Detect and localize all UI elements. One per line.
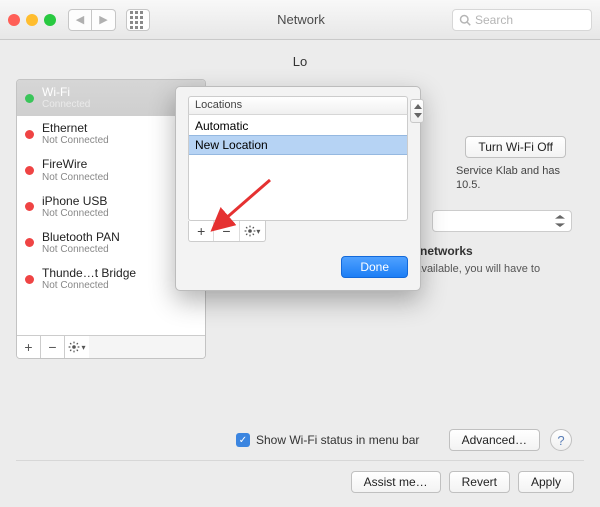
window-title: Network (156, 12, 446, 27)
service-name: FireWire (42, 158, 167, 171)
nav-buttons: ◀ ▶ (68, 9, 116, 31)
minimize-window-button[interactable] (26, 14, 38, 26)
status-dot-icon (25, 130, 34, 139)
close-window-button[interactable] (8, 14, 20, 26)
show-all-button[interactable] (126, 9, 150, 31)
remove-location-button[interactable]: − (214, 221, 239, 241)
search-field[interactable]: Search (452, 9, 592, 31)
locations-header: Locations (188, 97, 408, 115)
checkbox-label: Show Wi-Fi status in menu bar (256, 433, 419, 447)
network-name-select[interactable] (432, 210, 572, 232)
status-text: Service Klab and has10.5. (456, 164, 566, 193)
status-dot-icon (25, 166, 34, 175)
service-status: Not Connected (42, 172, 167, 183)
networks-heading: networks (420, 244, 473, 258)
add-location-button[interactable]: + (189, 221, 214, 241)
done-button[interactable]: Done (341, 256, 408, 278)
status-dot-icon (25, 238, 34, 247)
assist-me-button[interactable]: Assist me… (351, 471, 441, 493)
traffic-lights (8, 14, 56, 26)
service-status: Not Connected (42, 280, 167, 291)
gear-icon (244, 225, 256, 237)
locations-list[interactable]: Locations Automatic New Location (188, 97, 408, 221)
show-wifi-status-row[interactable]: ✓ Show Wi-Fi status in menu bar (236, 433, 419, 447)
advanced-button[interactable]: Advanced… (449, 429, 540, 451)
help-button[interactable]: ? (550, 429, 572, 451)
service-name: iPhone USB (42, 195, 167, 208)
remove-service-button[interactable]: − (41, 336, 65, 358)
location-item[interactable]: Automatic (189, 117, 407, 135)
locations-footer: + − ▾ (188, 221, 266, 242)
apply-button[interactable]: Apply (518, 471, 574, 493)
service-actions-button[interactable]: ▾ (65, 336, 89, 358)
service-name: Bluetooth PAN (42, 231, 167, 244)
locations-stepper[interactable] (410, 99, 424, 123)
separator (16, 460, 584, 461)
locations-popover: Locations Automatic New Location + − ▾ D… (175, 86, 421, 291)
back-button[interactable]: ◀ (68, 9, 92, 31)
service-status: Not Connected (42, 244, 167, 255)
zoom-window-button[interactable] (44, 14, 56, 26)
checkbox-checked-icon[interactable]: ✓ (236, 433, 250, 447)
service-name: Thunde…t Bridge (42, 267, 167, 280)
bottom-buttons: Assist me… Revert Apply (351, 471, 574, 493)
status-dot-icon (25, 94, 34, 103)
location-item-selected[interactable]: New Location (189, 135, 407, 155)
service-name: Wi-Fi (42, 86, 167, 99)
status-dot-icon (25, 202, 34, 211)
status-dot-icon (25, 275, 34, 284)
forward-button[interactable]: ▶ (92, 9, 116, 31)
service-status: Not Connected (42, 208, 167, 219)
location-actions-button[interactable]: ▾ (240, 221, 265, 241)
content-area: Lo Wi-Fi Connected EthernetNot Connected… (0, 40, 600, 507)
service-status: Connected (42, 99, 167, 110)
search-placeholder: Search (475, 13, 513, 27)
search-icon (459, 14, 471, 26)
service-status: Not Connected (42, 135, 167, 146)
location-label: Lo (16, 54, 584, 69)
turn-wifi-off-button[interactable]: Turn Wi-Fi Off (465, 136, 566, 158)
service-name: Ethernet (42, 122, 167, 135)
gear-icon (68, 341, 80, 353)
sidebar-footer: + − ▾ (17, 335, 205, 358)
add-service-button[interactable]: + (17, 336, 41, 358)
titlebar: ◀ ▶ Network Search (0, 0, 600, 40)
revert-button[interactable]: Revert (449, 471, 510, 493)
